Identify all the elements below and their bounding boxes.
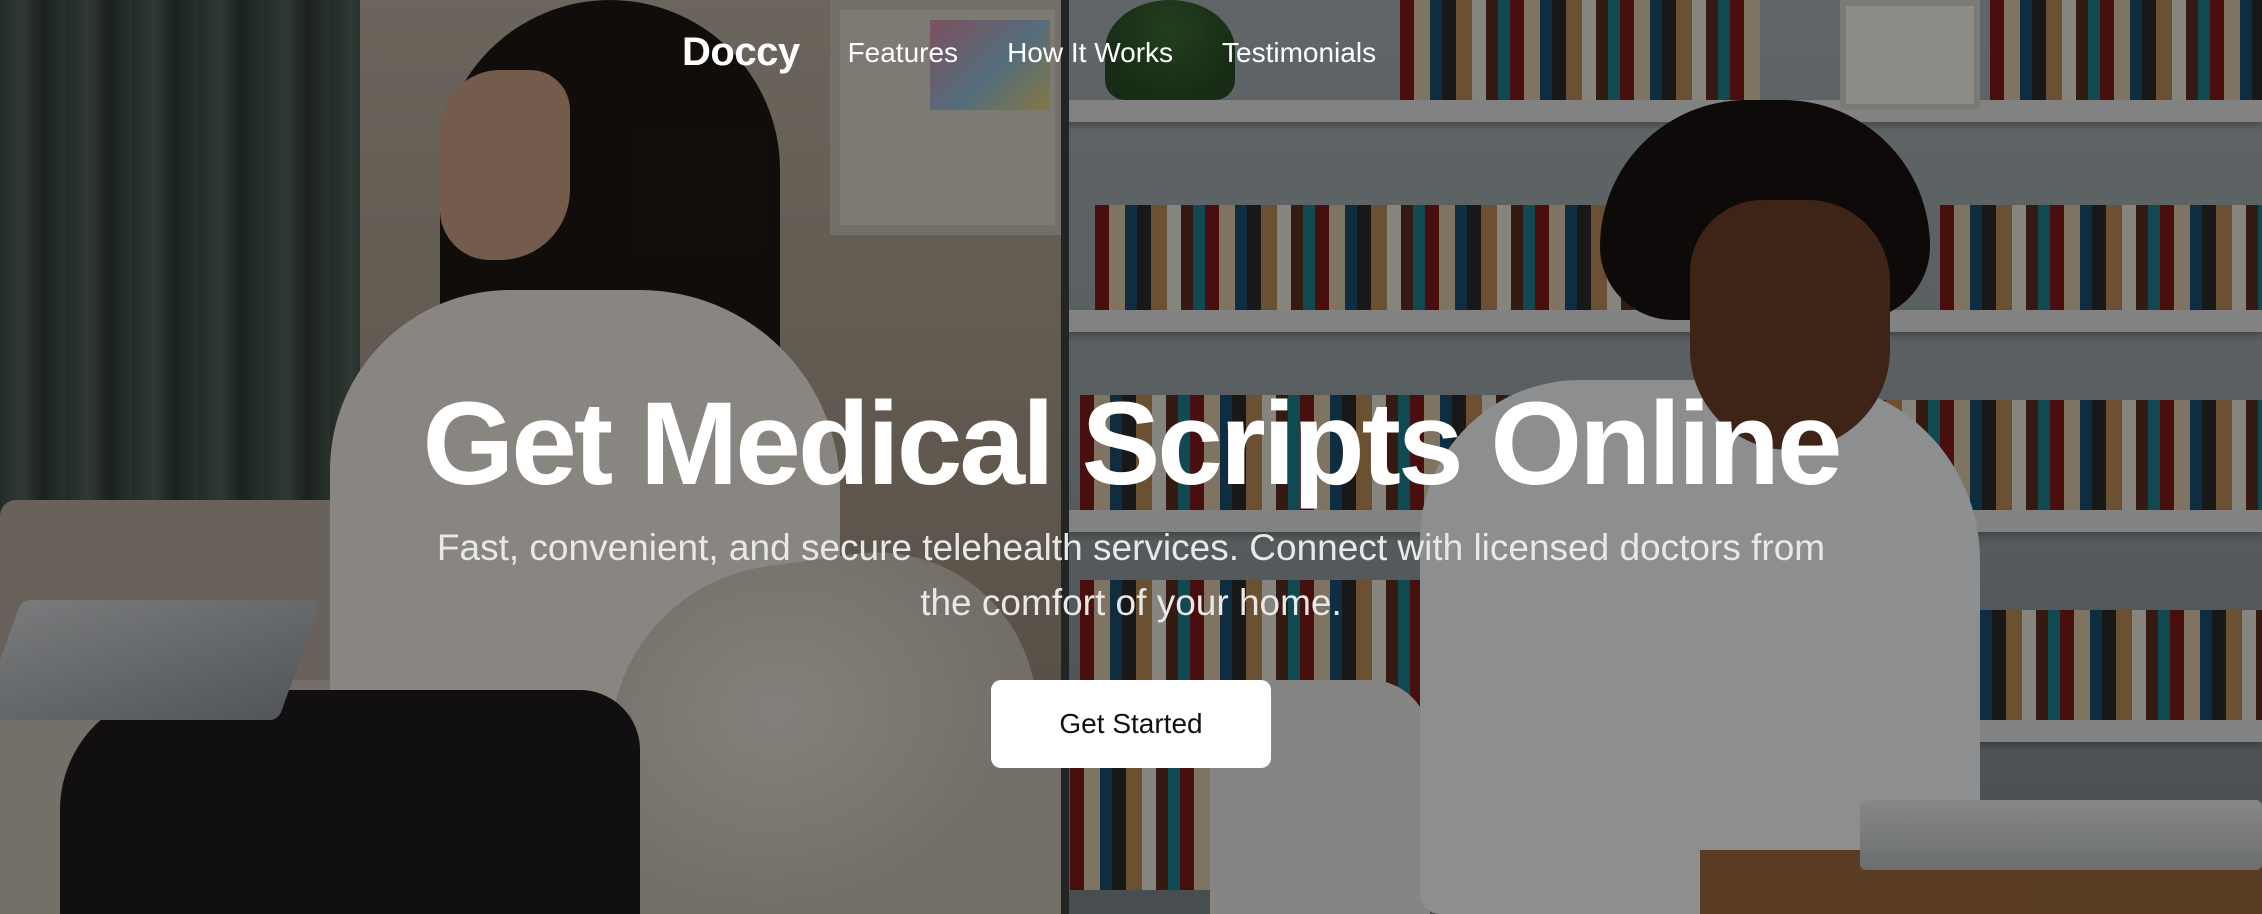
get-started-button[interactable]: Get Started: [991, 680, 1271, 768]
brand-logo[interactable]: Doccy: [682, 30, 800, 75]
hero-subtitle: Fast, convenient, and secure telehealth …: [436, 527, 1826, 623]
hero-content: Get Medical Scripts Online Fast, conveni…: [0, 380, 2262, 768]
nav-link-features[interactable]: Features: [848, 37, 959, 69]
nav-link-how-it-works[interactable]: How It Works: [1007, 37, 1173, 69]
top-nav: Doccy Features How It Works Testimonials: [682, 30, 1425, 75]
hero-headline: Get Medical Scripts Online: [422, 378, 1842, 510]
hero-section: Doccy Features How It Works Testimonials…: [0, 0, 2262, 914]
nav-link-testimonials[interactable]: Testimonials: [1222, 37, 1376, 69]
